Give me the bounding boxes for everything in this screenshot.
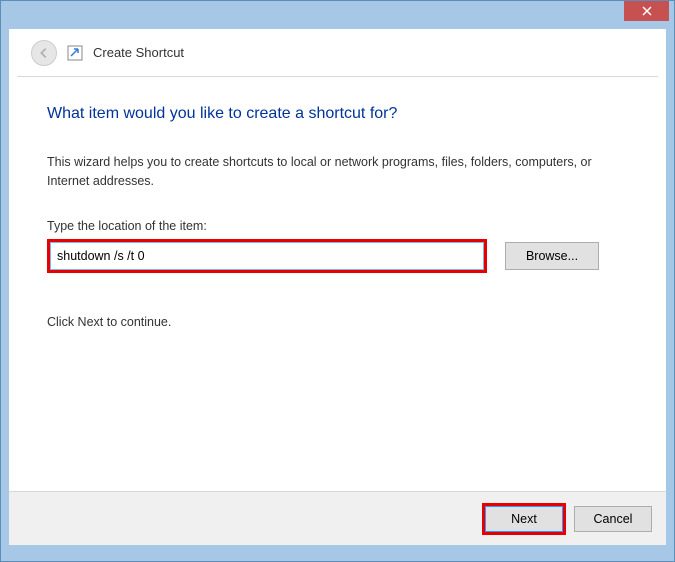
close-icon (642, 6, 652, 16)
header-bar: Create Shortcut (17, 29, 658, 77)
next-button-highlight: Next (482, 503, 566, 535)
location-input[interactable] (50, 242, 484, 270)
window-title: Create Shortcut (93, 45, 184, 60)
footer-bar: Next Cancel (9, 491, 666, 545)
back-arrow-icon (37, 46, 51, 60)
location-input-highlight (47, 239, 487, 273)
location-label: Type the location of the item: (47, 219, 628, 233)
create-shortcut-window: Create Shortcut What item would you like… (0, 0, 675, 562)
input-row: Browse... (47, 239, 628, 273)
content-area: What item would you like to create a sho… (9, 77, 666, 491)
back-button[interactable] (31, 40, 57, 66)
cancel-button[interactable]: Cancel (574, 506, 652, 532)
browse-button[interactable]: Browse... (505, 242, 599, 270)
wizard-description: This wizard helps you to create shortcut… (47, 153, 628, 191)
wizard-heading: What item would you like to create a sho… (47, 105, 628, 123)
shortcut-icon (67, 45, 83, 61)
next-button[interactable]: Next (485, 506, 563, 532)
close-button[interactable] (624, 1, 669, 21)
wizard-panel: Create Shortcut What item would you like… (9, 29, 666, 545)
titlebar (1, 1, 674, 29)
continue-instruction: Click Next to continue. (47, 315, 628, 329)
